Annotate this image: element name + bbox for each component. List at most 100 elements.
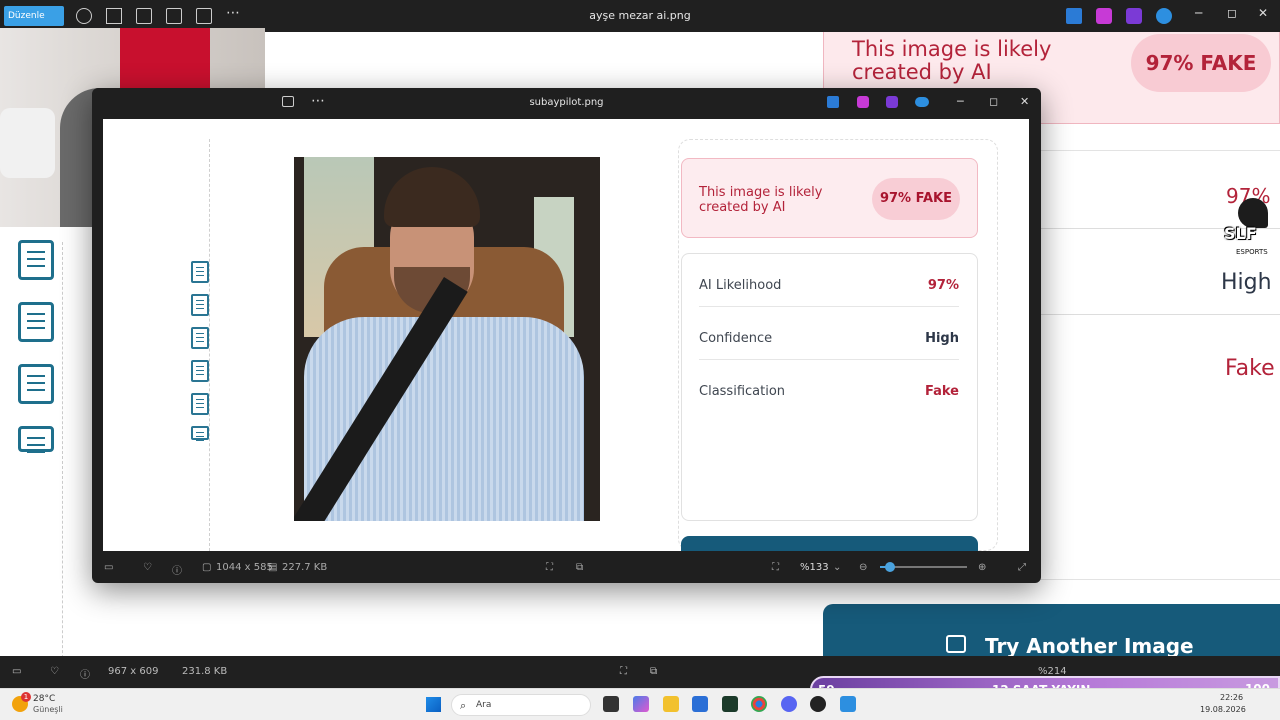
maximize-button[interactable]: ◻: [989, 95, 998, 108]
copilot-icon[interactable]: [633, 696, 649, 712]
back-classification-value: Fake: [1225, 356, 1275, 381]
edit-app-icon[interactable]: [827, 96, 839, 108]
back-banner-text: This image is likely created by AI: [852, 37, 1052, 84]
file-explorer-icon[interactable]: [663, 696, 679, 712]
weather-desc[interactable]: Güneşli: [33, 705, 63, 714]
compare-icon: [191, 426, 209, 440]
onedrive-icon[interactable]: [915, 97, 929, 107]
app-icon[interactable]: [722, 696, 738, 712]
clipchamp-icon[interactable]: [886, 96, 898, 108]
favorite-icon[interactable]: ♡: [143, 562, 152, 573]
search-placeholder: Ara: [476, 700, 492, 710]
zoom-out-icon[interactable]: ⊖: [859, 562, 867, 573]
document-search-icon: [191, 261, 209, 283]
sidebar-icons: [191, 261, 221, 451]
zoom-slider-thumb[interactable]: [885, 562, 896, 572]
discord-icon[interactable]: [781, 696, 797, 712]
close-button[interactable]: ✕: [1258, 6, 1268, 20]
back-confidence-value: High: [1221, 270, 1272, 295]
man-hair: [384, 167, 480, 227]
crop-icon[interactable]: ⧉: [576, 562, 583, 573]
edit-button[interactable]: Düzenle: [4, 6, 64, 26]
zoom-in-icon[interactable]: ⊕: [978, 562, 986, 573]
man-shirt: [304, 317, 584, 521]
metric-label: Confidence: [699, 331, 773, 346]
esports-logo: SLF ESPORTS: [1222, 198, 1278, 262]
photos-icon[interactable]: [840, 696, 856, 712]
divider: [62, 242, 63, 688]
document-scan-icon: [191, 327, 209, 349]
front-zoom-value[interactable]: %133: [800, 562, 829, 573]
back-dimensions: 967 x 609: [108, 666, 159, 677]
chevron-down-icon[interactable]: ⌄: [833, 562, 841, 573]
designer-icon[interactable]: [857, 96, 869, 108]
analyzed-photo: [294, 157, 600, 521]
front-photos-window: ⋯ subaypilot.png ─ ◻ ✕ This image is lik…: [92, 88, 1041, 583]
search-icon: ⌕: [460, 699, 467, 712]
filmstrip-icon[interactable]: ▭: [104, 562, 113, 573]
logo-text: SLF: [1224, 224, 1257, 243]
task-view-icon[interactable]: [603, 696, 619, 712]
metric-row-classification: Classification Fake: [699, 372, 959, 412]
start-button[interactable]: [426, 697, 441, 712]
clock-time[interactable]: 22:26: [1220, 693, 1243, 702]
front-window-title: subaypilot.png: [529, 97, 604, 108]
close-button[interactable]: ✕: [1020, 95, 1029, 108]
filmstrip-icon[interactable]: ▭: [12, 666, 21, 677]
info-icon[interactable]: ⓘ: [80, 666, 90, 681]
fit-icon[interactable]: ⛶: [546, 562, 553, 573]
notification-badge: 1: [21, 692, 31, 702]
edit-app-icon[interactable]: [1066, 8, 1082, 24]
fullscreen-icon[interactable]: ⤢: [1018, 562, 1026, 573]
taskbar-search[interactable]: ⌕ Ara: [451, 694, 591, 716]
metric-label: Classification: [699, 384, 786, 399]
compare-icon: [18, 426, 54, 452]
metric-value: 97%: [927, 278, 959, 293]
chrome-icon[interactable]: [751, 696, 767, 712]
back-toolbar-right: [1066, 8, 1172, 24]
weather-temp[interactable]: 28°C: [33, 694, 55, 704]
document-search-icon: [18, 240, 54, 280]
fit-icon[interactable]: ⛶: [620, 666, 627, 677]
front-window-titlebar: ⋯ subaypilot.png ─ ◻ ✕: [92, 88, 1041, 118]
info-icon[interactable]: ⓘ: [172, 562, 182, 577]
metric-rule: [699, 359, 959, 360]
front-dimensions: 1044 x 585: [216, 562, 273, 573]
zoom-slider[interactable]: [880, 562, 967, 572]
fake-percent-pill: 97% FAKE: [872, 178, 960, 220]
clipchamp-icon[interactable]: [1126, 8, 1142, 24]
metric-value: High: [925, 331, 959, 346]
metric-value: Fake: [924, 384, 959, 399]
crop-icon[interactable]: ⧉: [650, 666, 657, 677]
lamp: [0, 108, 55, 178]
image-size-icon: ▢: [202, 562, 212, 573]
back-fake-pill: 97% FAKE: [1131, 34, 1271, 92]
front-image-canvas: This image is likely created by AI 97% F…: [103, 119, 1029, 551]
metric-label: AI Likelihood: [699, 278, 782, 293]
translate-icon: [18, 364, 54, 404]
ai-verdict-banner: This image is likely created by AI 97% F…: [681, 158, 978, 238]
designer-icon[interactable]: [1096, 8, 1112, 24]
obs-icon[interactable]: [810, 696, 826, 712]
document-check-icon: [191, 360, 209, 382]
clock-date[interactable]: 19.08.2026: [1200, 705, 1246, 714]
maximize-button[interactable]: ◻: [1227, 6, 1237, 20]
try-another-button[interactable]: [681, 536, 978, 551]
translate-icon: [191, 393, 209, 415]
minimize-button[interactable]: ─: [1195, 6, 1202, 20]
front-file-size: 227.7 KB: [282, 562, 328, 573]
file-size-icon: ▤: [268, 562, 278, 573]
metric-row-confidence: Confidence High: [699, 319, 959, 360]
metric-row-likelihood: AI Likelihood 97%: [699, 266, 959, 307]
verdict-text: This image is likely created by AI: [699, 185, 823, 215]
logo-subtext: ESPORTS: [1236, 248, 1268, 256]
favorite-icon[interactable]: ♡: [50, 666, 59, 677]
image-icon: [946, 635, 966, 653]
minimize-button[interactable]: ─: [957, 95, 964, 108]
taskbar: 1 28°C Güneşli ⌕ Ara 22:26 19.08.2026: [0, 688, 1280, 720]
try-another-label: Try Another Image: [985, 634, 1194, 658]
store-icon[interactable]: [692, 696, 708, 712]
actual-size-icon[interactable]: ⛶: [772, 562, 779, 573]
onedrive-icon[interactable]: [1156, 8, 1172, 24]
back-try-another-button[interactable]: Try Another Image: [823, 604, 1280, 660]
